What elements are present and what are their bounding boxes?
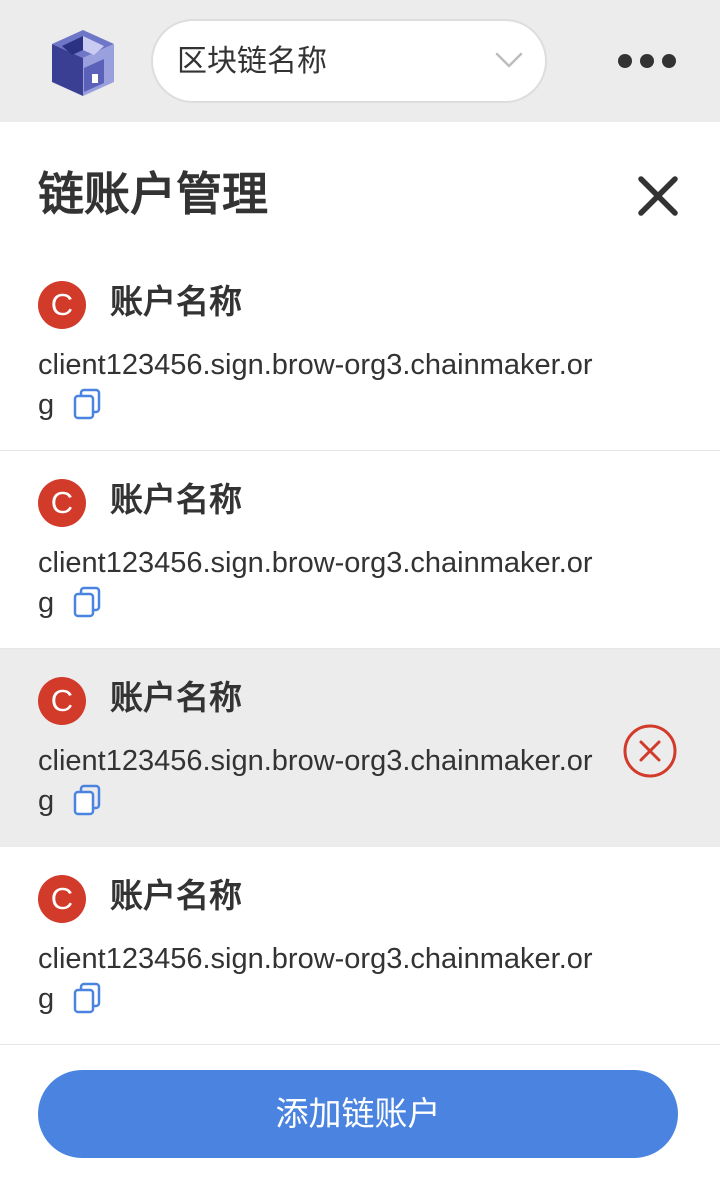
copy-icon[interactable] <box>72 784 102 816</box>
account-address-text: client123456.sign.brow-org3.chainmaker.o… <box>38 349 593 421</box>
remove-account-icon[interactable] <box>622 723 678 779</box>
account-address-text: client123456.sign.brow-org3.chainmaker.o… <box>38 745 593 817</box>
account-address-text: client123456.sign.brow-org3.chainmaker.o… <box>38 943 593 1015</box>
account-address: client123456.sign.brow-org3.chainmaker.o… <box>38 345 598 425</box>
more-dot <box>662 54 676 68</box>
account-name: 账户名称 <box>110 282 242 321</box>
account-address: client123456.sign.brow-org3.chainmaker.o… <box>38 543 598 623</box>
close-icon[interactable] <box>634 172 682 220</box>
account-item-3[interactable]: C 账户名称 client123456.sign.brow-org3.chain… <box>0 649 720 847</box>
page-title: 链账户管理 <box>38 167 268 221</box>
account-badge-icon: C <box>38 479 86 527</box>
chevron-down-icon <box>495 52 523 68</box>
copy-icon[interactable] <box>72 982 102 1014</box>
account-name: 账户名称 <box>110 876 242 915</box>
account-address-text: client123456.sign.brow-org3.chainmaker.o… <box>38 547 593 619</box>
account-address: client123456.sign.brow-org3.chainmaker.o… <box>38 741 598 821</box>
account-item-1[interactable]: C 账户名称 client123456.sign.brow-org3.chain… <box>0 253 720 451</box>
account-item-2[interactable]: C 账户名称 client123456.sign.brow-org3.chain… <box>0 451 720 649</box>
copy-icon[interactable] <box>72 388 102 420</box>
account-badge-icon: C <box>38 875 86 923</box>
account-name: 账户名称 <box>110 678 242 717</box>
account-item-4[interactable]: C 账户名称 client123456.sign.brow-org3.chain… <box>0 847 720 1045</box>
account-name: 账户名称 <box>110 480 242 519</box>
top-bar: 区块链名称 <box>0 0 720 122</box>
account-badge-icon: C <box>38 677 86 725</box>
chain-selector-label: 区块链名称 <box>177 44 327 79</box>
more-dot <box>640 54 654 68</box>
account-address: client123456.sign.brow-org3.chainmaker.o… <box>38 939 598 1019</box>
more-menu-button[interactable] <box>612 44 682 80</box>
account-badge-icon: C <box>38 281 86 329</box>
add-account-button[interactable]: 添加链账户 <box>38 1070 678 1158</box>
copy-icon[interactable] <box>72 586 102 618</box>
account-list: C 账户名称 client123456.sign.brow-org3.chain… <box>0 253 720 1045</box>
more-dots-icon <box>618 54 632 68</box>
chain-selector[interactable]: 区块链名称 <box>151 19 547 103</box>
cube-logo-icon <box>52 30 114 96</box>
